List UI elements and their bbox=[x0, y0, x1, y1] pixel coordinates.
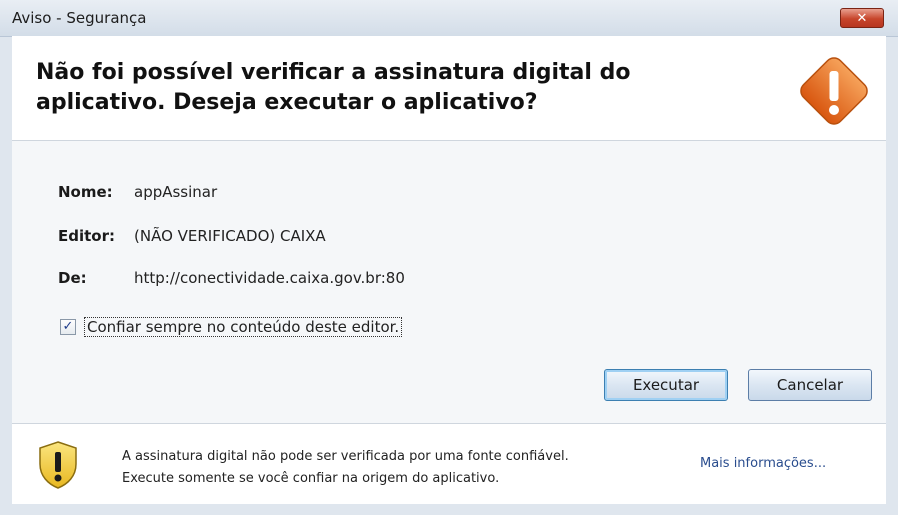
title-bar: Aviso - Segurança ✕ bbox=[0, 0, 898, 37]
footer-message: A assinatura digital não pode ser verifi… bbox=[122, 446, 569, 490]
close-button[interactable]: ✕ bbox=[840, 8, 884, 28]
window-title: Aviso - Segurança bbox=[12, 9, 147, 27]
publisher-label: Editor: bbox=[58, 227, 115, 245]
dialog-footer: A assinatura digital não pode ser verifi… bbox=[12, 423, 886, 504]
security-warning-dialog: Aviso - Segurança ✕ Não foi possível ver… bbox=[0, 0, 898, 515]
trust-publisher-label[interactable]: Confiar sempre no conteúdo deste editor. bbox=[84, 317, 403, 337]
warning-diamond-icon bbox=[800, 57, 868, 125]
dialog-body: Nome: appAssinar Editor: (NÃO VERIFICADO… bbox=[12, 141, 886, 423]
warning-shield-icon bbox=[39, 441, 77, 489]
name-label: Nome: bbox=[58, 183, 113, 201]
trust-publisher-checkbox[interactable]: ✓ bbox=[60, 319, 76, 335]
run-button[interactable]: Executar bbox=[604, 369, 728, 401]
from-value: http://conectividade.caixa.gov.br:80 bbox=[134, 269, 405, 287]
dialog-header: Não foi possível verificar a assinatura … bbox=[12, 36, 886, 141]
footer-line-2: Execute somente se você confiar na orige… bbox=[122, 471, 500, 486]
footer-line-1: A assinatura digital não pode ser verifi… bbox=[122, 449, 569, 464]
headline: Não foi possível verificar a assinatura … bbox=[36, 60, 631, 115]
publisher-value: (NÃO VERIFICADO) CAIXA bbox=[134, 227, 326, 245]
more-info-link[interactable]: Mais informações... bbox=[700, 456, 826, 471]
name-value: appAssinar bbox=[134, 183, 218, 201]
from-label: De: bbox=[58, 269, 87, 287]
cancel-button[interactable]: Cancelar bbox=[748, 369, 872, 401]
